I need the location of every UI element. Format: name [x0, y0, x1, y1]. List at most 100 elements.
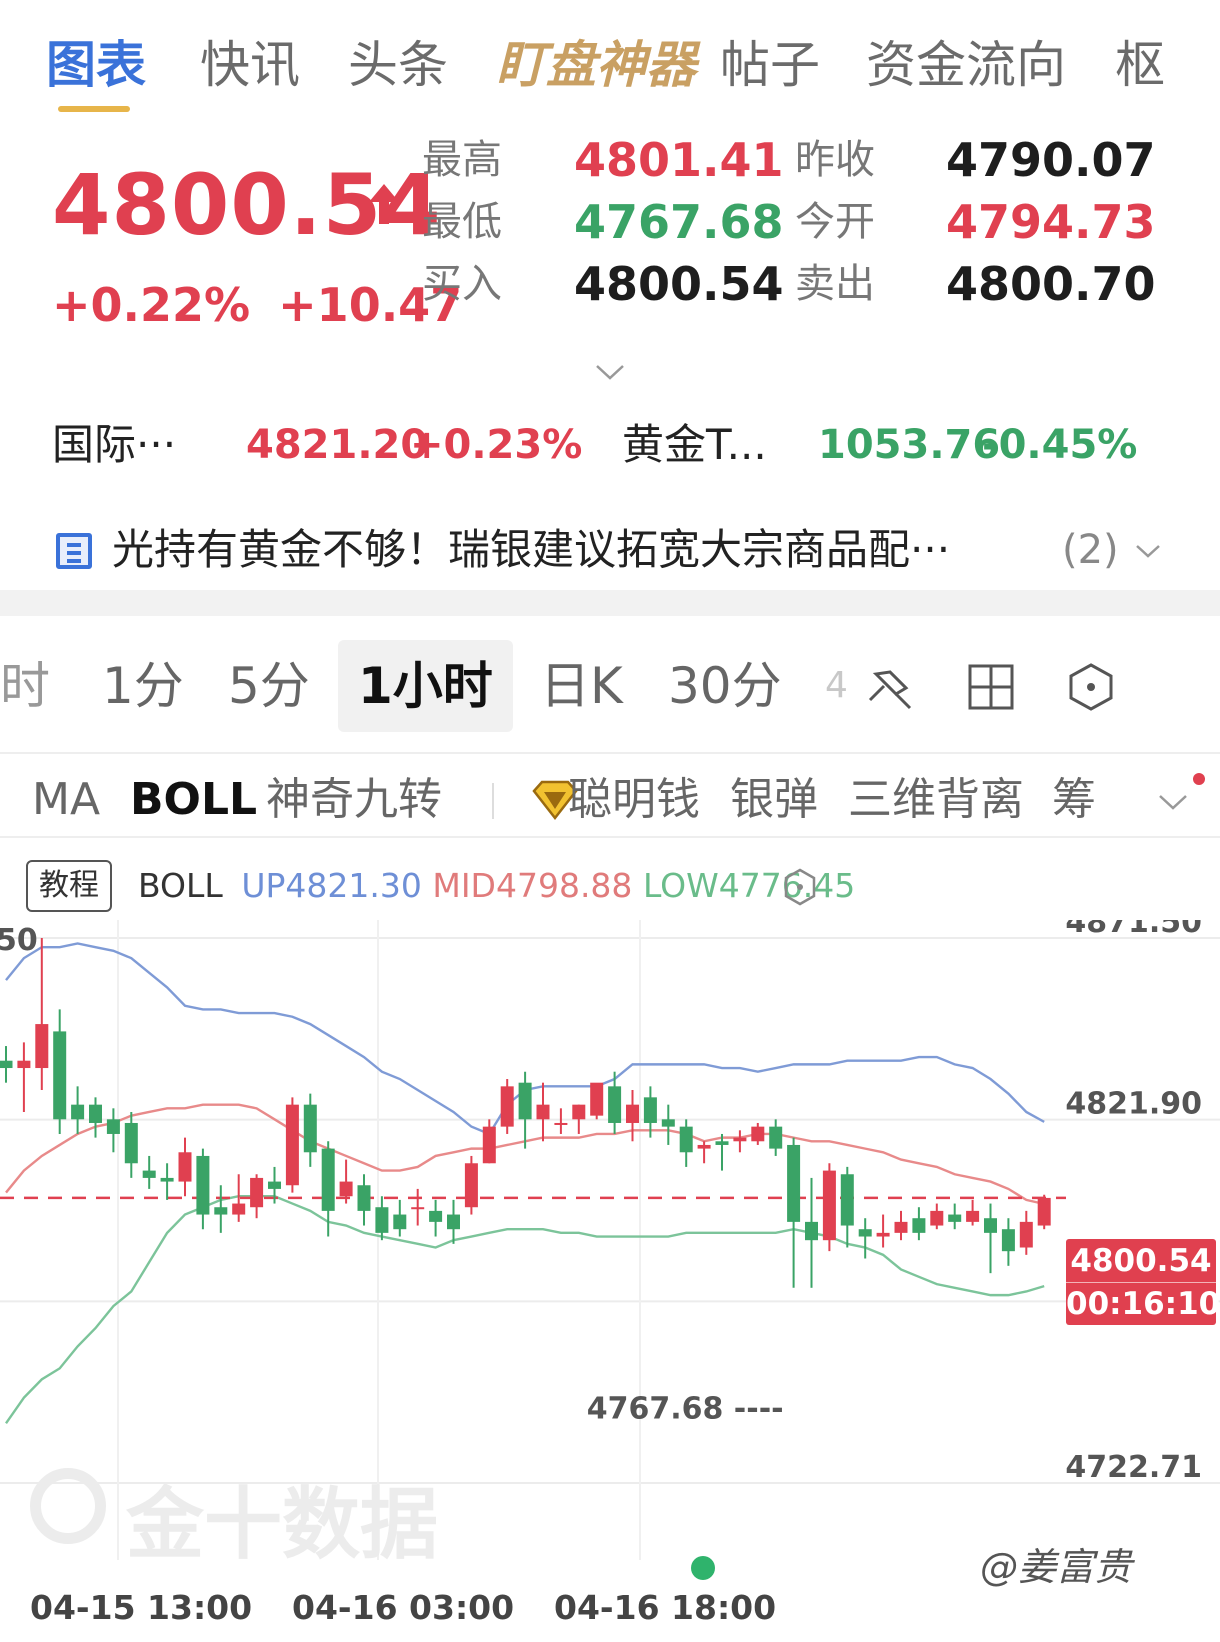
low-label: 最低: [422, 199, 502, 245]
related-value-gold: 1053.76: [818, 422, 1001, 468]
candle-body: [250, 1177, 264, 1208]
candle-body: [679, 1126, 693, 1153]
news-count: (2): [1062, 527, 1119, 573]
candle-body: [840, 1174, 854, 1226]
divider: [0, 752, 1220, 754]
tutorial-button[interactable]: 教程: [26, 860, 112, 912]
candle-body: [751, 1126, 765, 1142]
candle-body: [572, 1104, 586, 1120]
current-price-tag-value: 4800.54: [1066, 1239, 1216, 1283]
ask-label: 卖出: [795, 261, 875, 307]
news-headline[interactable]: 光持有黄金不够！瑞银建议拓宽大宗商品配···: [112, 515, 950, 585]
chevron-down-icon[interactable]: [1135, 543, 1161, 559]
x-tick-label: 04-16 18:00: [554, 1588, 777, 1627]
y-tick-label: 4722.71: [1065, 1450, 1202, 1485]
candle-body: [822, 1170, 836, 1241]
candle-body: [17, 1060, 31, 1069]
indicator-tab-boll[interactable]: BOLL: [130, 765, 257, 835]
tab-fund-flow[interactable]: 资金流向: [866, 30, 1066, 100]
x-tick-label: 04-15 13:00: [30, 1588, 253, 1627]
candle-body: [357, 1185, 371, 1211]
boll-low-value: LOW4776.45: [642, 866, 856, 905]
boll-low-line: [5, 1195, 1045, 1425]
candle-body: [912, 1218, 926, 1233]
draw-tool-icon[interactable]: [866, 662, 916, 712]
candle-body: [214, 1207, 228, 1215]
candle-body: [464, 1163, 478, 1208]
indicator-tab-bar: MA BOLL 神奇九转 聪明钱 银弹 三维背离 筹: [0, 765, 1220, 835]
tab-headlines[interactable]: 头条: [348, 30, 448, 100]
candle-body: [858, 1229, 872, 1237]
candle-body: [787, 1144, 801, 1222]
prev-close-label: 昨收: [795, 137, 875, 183]
candle-body: [429, 1210, 443, 1222]
high-label: 最高: [422, 137, 502, 183]
chevron-down-icon[interactable]: [1158, 793, 1188, 811]
candle-body: [71, 1104, 85, 1120]
candle-body: [536, 1104, 550, 1120]
settings-hexagon-icon[interactable]: [1066, 662, 1116, 712]
indicator-tab-td9[interactable]: 神奇九转: [266, 765, 442, 835]
candle-body: [500, 1086, 514, 1127]
current-price-tag: 4800.54 00:16:10: [1066, 1239, 1220, 1325]
tab-posts[interactable]: 帖子: [720, 30, 820, 100]
notification-dot: [1193, 773, 1205, 785]
tab-flash-news[interactable]: 快讯: [200, 30, 300, 100]
ask-value: 4800.70: [946, 257, 1156, 311]
candle-body: [590, 1082, 604, 1116]
candle-body: [268, 1181, 281, 1189]
candle-body: [196, 1155, 210, 1215]
boll-mid-value: MID4798.88: [432, 866, 633, 905]
boll-name: BOLL: [138, 866, 223, 905]
related-name-gold[interactable]: 黄金T...: [622, 415, 767, 475]
candle-body: [447, 1214, 460, 1230]
layout-grid-icon[interactable]: [966, 662, 1016, 712]
indicator-tab-3d-divergence[interactable]: 三维背离: [848, 765, 1024, 835]
period-tab-1h[interactable]: 1小时: [338, 640, 513, 732]
related-quotes[interactable]: 国际··· 4821.20 +0.23% 黄金T... 1053.76 -0.4…: [0, 415, 1220, 475]
candle-body: [697, 1144, 711, 1149]
chevron-down-icon[interactable]: [595, 363, 625, 381]
indicator-settings-icon[interactable]: [783, 868, 817, 906]
candle-body: [608, 1086, 622, 1123]
min-price-marker: 4767.68 ----: [587, 1391, 784, 1426]
candle-body: [232, 1203, 246, 1215]
max-price-marker: ----- 4871.50: [0, 923, 38, 958]
indicator-tab-silver-bullet[interactable]: 银弹: [730, 765, 818, 835]
candle-body: [89, 1104, 102, 1123]
period-tab-4h[interactable]: 4: [825, 640, 848, 732]
period-tab-daily[interactable]: 日K: [540, 640, 623, 732]
news-ticker[interactable]: 光持有黄金不够！瑞银建议拓宽大宗商品配··· (2): [0, 515, 1220, 585]
period-tab-bar: 时 1分 5分 1小时 日K 30分 4: [0, 640, 1220, 732]
candle-body: [661, 1119, 675, 1127]
related-name-intl[interactable]: 国际···: [52, 415, 176, 475]
candle-body: [53, 1031, 67, 1120]
tab-watch-tool[interactable]: 盯盘神器: [496, 30, 696, 100]
tab-chart[interactable]: 图表: [46, 30, 146, 100]
candle-body: [393, 1214, 407, 1230]
open-value: 4794.73: [946, 195, 1156, 249]
period-tab-timeshare[interactable]: 时: [0, 640, 50, 732]
related-value-intl: 4821.20: [246, 422, 429, 468]
candle-body: [1037, 1197, 1051, 1226]
period-tab-30m[interactable]: 30分: [668, 640, 782, 732]
open-label: 今开: [795, 199, 875, 245]
watermark-logo: [30, 1468, 106, 1544]
related-change-intl: +0.23%: [410, 422, 583, 468]
bid-value: 4800.54: [574, 257, 784, 311]
period-tab-5m[interactable]: 5分: [228, 640, 310, 732]
candle-body: [948, 1214, 962, 1222]
tab-more[interactable]: 枢: [1115, 30, 1165, 100]
change-percent: +0.22%: [52, 278, 251, 332]
period-tab-1m[interactable]: 1分: [102, 640, 184, 732]
indicator-tab-ma[interactable]: MA: [32, 765, 100, 835]
candle-body: [805, 1221, 818, 1241]
candle-body: [626, 1104, 639, 1123]
indicator-tab-smart-money[interactable]: 聪明钱: [568, 765, 700, 835]
indicator-tab-chips[interactable]: 筹: [1052, 765, 1096, 835]
candle-body: [339, 1181, 353, 1197]
candle-body: [1001, 1229, 1015, 1252]
bid-label: 买入: [422, 261, 502, 307]
candle-body: [285, 1104, 299, 1186]
candle-body: [769, 1126, 783, 1149]
